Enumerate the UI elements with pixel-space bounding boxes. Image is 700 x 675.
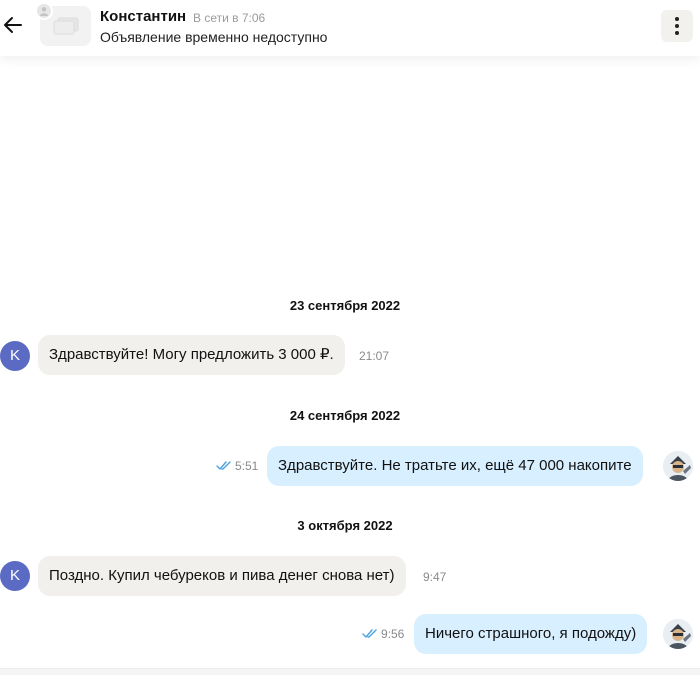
chat-header: Константин В сети в 7:06 Объявление врем… — [0, 0, 700, 56]
double-check-icon — [216, 461, 231, 470]
contact-avatar[interactable]: K — [0, 561, 30, 591]
message-time: 21:07 — [359, 349, 390, 363]
contact-name[interactable]: Константин — [100, 8, 186, 25]
date-separator: 24 сентября 2022 — [289, 408, 401, 423]
ad-thumbnail[interactable] — [35, 2, 91, 46]
user-picture-icon — [663, 619, 693, 649]
date-separator: 3 октября 2022 — [297, 518, 393, 533]
my-avatar[interactable] — [663, 619, 693, 649]
contact-avatar[interactable]: K — [0, 341, 30, 371]
date-separator: 23 сентября 2022 — [289, 298, 401, 313]
message-bubble-incoming: Здравствуйте! Могу предложить 3 000 ₽. — [38, 335, 345, 375]
ad-status: Объявление временно недоступно — [100, 29, 328, 45]
bottom-bar — [0, 668, 700, 675]
message-time: 5:51 — [235, 459, 259, 473]
message-bubble-outgoing: Ничего страшного, я подожду) — [414, 614, 648, 654]
arrow-left-icon — [4, 17, 22, 33]
image-placeholder-icon — [53, 17, 79, 35]
message-time: 9:56 — [381, 627, 405, 641]
more-menu-button[interactable] — [661, 10, 693, 42]
back-button[interactable] — [2, 14, 24, 36]
message-bubble-outgoing: Здравствуйте. Не тратьте их, ещё 47 000 … — [267, 446, 643, 486]
message-bubble-incoming: Поздно. Купил чебуреков и пива денег сно… — [38, 556, 406, 596]
user-icon — [40, 7, 48, 16]
message-time: 9:47 — [423, 570, 447, 584]
more-dots-icon — [675, 17, 679, 35]
user-picture-icon — [663, 451, 693, 481]
online-status: В сети в 7:06 — [193, 11, 266, 25]
user-avatar-small — [35, 2, 53, 20]
double-check-icon — [362, 629, 377, 638]
my-avatar[interactable] — [663, 451, 693, 481]
